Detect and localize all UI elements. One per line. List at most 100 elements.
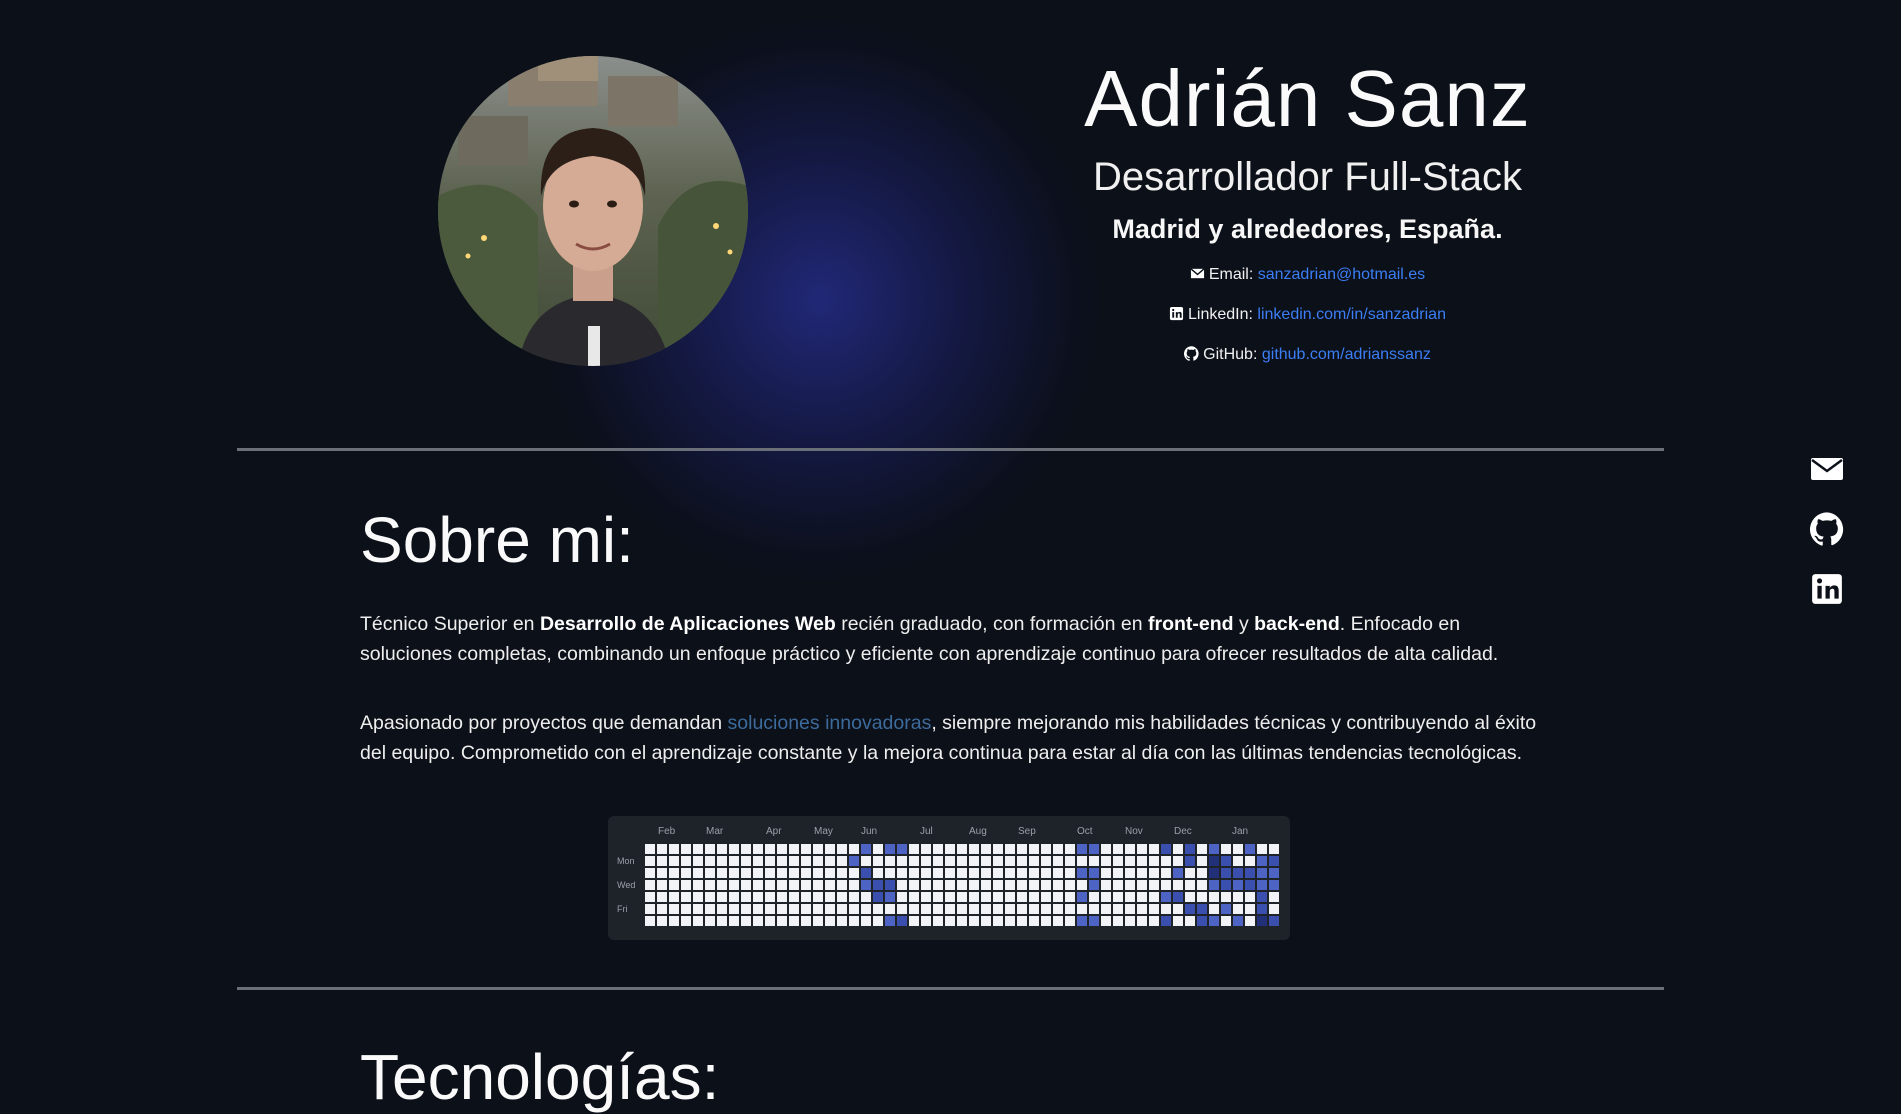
contribution-cell	[1209, 844, 1219, 854]
contribution-cell	[705, 904, 715, 914]
contribution-cell	[873, 904, 883, 914]
contribution-cell	[1137, 916, 1147, 926]
contribution-cell	[1257, 892, 1267, 902]
contribution-cell	[921, 880, 931, 890]
contribution-cell	[945, 856, 955, 866]
contribution-cell	[741, 868, 751, 878]
contribution-cell	[1065, 880, 1075, 890]
contribution-cell	[1161, 904, 1171, 914]
contribution-cell	[1029, 880, 1039, 890]
contribution-cell	[1221, 844, 1231, 854]
contribution-cell	[969, 844, 979, 854]
contribution-cell	[849, 844, 859, 854]
contribution-cell	[1089, 868, 1099, 878]
contribution-cell	[849, 868, 859, 878]
contribution-cell	[981, 844, 991, 854]
contribution-cell	[861, 892, 871, 902]
contribution-cell	[765, 916, 775, 926]
contribution-cell	[1245, 868, 1255, 878]
envelope-icon[interactable]	[1810, 452, 1844, 486]
month-label: Jan	[1232, 826, 1249, 837]
contribution-cell	[789, 916, 799, 926]
contribution-cell	[1161, 868, 1171, 878]
contribution-cell	[765, 880, 775, 890]
contribution-cell	[1245, 844, 1255, 854]
contribution-cell	[705, 856, 715, 866]
contribution-cell	[1245, 916, 1255, 926]
contribution-cell	[1257, 880, 1267, 890]
month-label: Apr	[766, 826, 782, 837]
contribution-cell	[897, 868, 907, 878]
github-icon[interactable]	[1810, 512, 1844, 546]
contribution-cell	[1161, 892, 1171, 902]
contribution-cell	[1077, 892, 1087, 902]
contribution-cell	[1113, 844, 1123, 854]
contribution-cell	[801, 868, 811, 878]
month-label: Nov	[1125, 826, 1143, 837]
day-label: Wed	[617, 880, 636, 890]
contribution-cell	[681, 904, 691, 914]
contribution-cell	[729, 892, 739, 902]
contribution-cell	[993, 904, 1003, 914]
contact-email-link[interactable]: sanzadrian@hotmail.es	[1258, 266, 1425, 283]
linkedin-icon[interactable]	[1810, 572, 1844, 606]
contact-github-link[interactable]: github.com/adrianssanz	[1262, 346, 1431, 363]
contribution-cell	[741, 844, 751, 854]
month-label: Aug	[969, 826, 987, 837]
contribution-cell	[1017, 844, 1027, 854]
contribution-cell	[1233, 880, 1243, 890]
contribution-cell	[1137, 856, 1147, 866]
contribution-cell	[741, 904, 751, 914]
contribution-cell	[1137, 868, 1147, 878]
contribution-cell	[1041, 892, 1051, 902]
contribution-cell	[777, 844, 787, 854]
contribution-cell	[981, 904, 991, 914]
contribution-cell	[825, 892, 835, 902]
contribution-cell	[1005, 844, 1015, 854]
contribution-cell	[765, 892, 775, 902]
contribution-cell	[1017, 892, 1027, 902]
contribution-cell	[837, 856, 847, 866]
contribution-cell	[885, 868, 895, 878]
contribution-cell	[741, 880, 751, 890]
contribution-cell	[885, 880, 895, 890]
contribution-cell	[717, 856, 727, 866]
contribution-cell	[1245, 880, 1255, 890]
contribution-cell	[969, 856, 979, 866]
contribution-cell	[1041, 880, 1051, 890]
contribution-cell	[957, 892, 967, 902]
contribution-cell	[1041, 856, 1051, 866]
contribution-cell	[1209, 916, 1219, 926]
contribution-cell	[765, 904, 775, 914]
contribution-cell	[1257, 904, 1267, 914]
contribution-cell	[669, 904, 679, 914]
contribution-cell	[1245, 892, 1255, 902]
contribution-cell	[1185, 844, 1195, 854]
contribution-cell	[1197, 856, 1207, 866]
contribution-cell	[993, 880, 1003, 890]
contribution-cell	[681, 892, 691, 902]
contribution-cell	[801, 892, 811, 902]
contribution-cell	[1197, 916, 1207, 926]
contribution-cell	[813, 904, 823, 914]
contribution-cell	[981, 856, 991, 866]
contribution-cell	[837, 868, 847, 878]
contribution-cell	[1065, 868, 1075, 878]
contact-linkedin-link[interactable]: linkedin.com/in/sanzadrian	[1257, 306, 1446, 323]
contribution-cell	[1185, 916, 1195, 926]
contribution-cell	[657, 904, 667, 914]
contribution-cell	[885, 844, 895, 854]
contribution-cell	[1245, 904, 1255, 914]
contribution-cell	[1173, 880, 1183, 890]
contribution-cell	[825, 856, 835, 866]
contribution-cell	[1221, 868, 1231, 878]
contribution-cell	[1101, 868, 1111, 878]
contribution-cell	[1041, 868, 1051, 878]
contribution-cell	[1269, 856, 1279, 866]
contribution-cell	[1041, 916, 1051, 926]
contribution-cell	[969, 916, 979, 926]
contribution-cell	[1149, 892, 1159, 902]
contribution-cell	[909, 844, 919, 854]
contribution-cell	[801, 844, 811, 854]
contribution-cell	[693, 868, 703, 878]
